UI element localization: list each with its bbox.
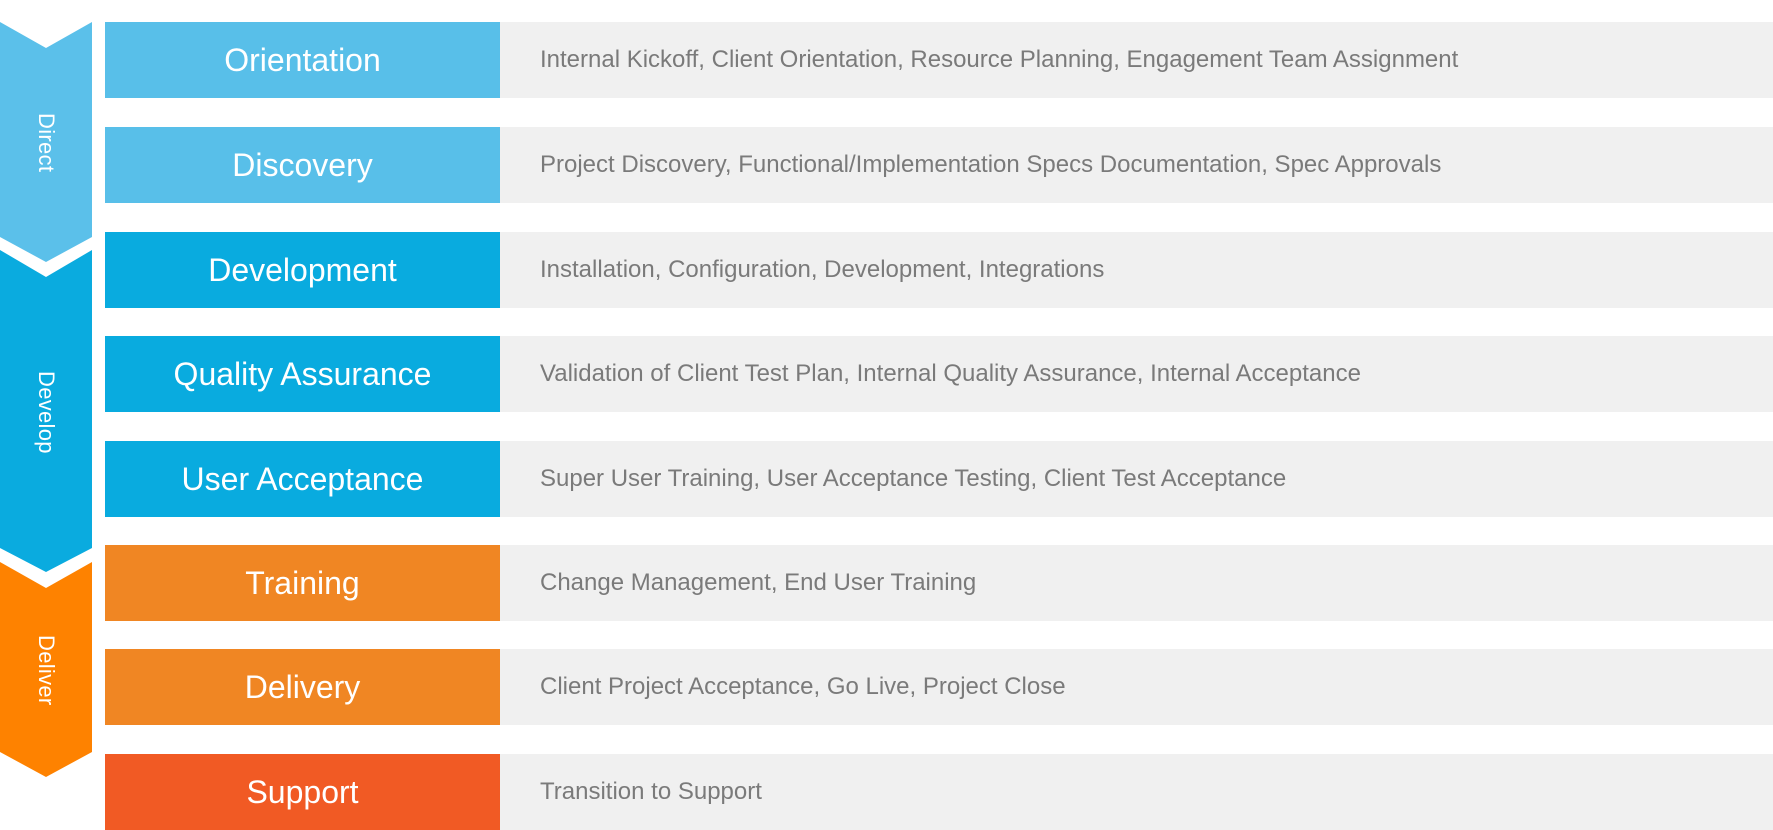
step-description: Super User Training, User Acceptance Tes…: [500, 441, 1773, 517]
step-row-support: Support Transition to Support: [105, 754, 1773, 830]
step-row-delivery: Delivery Client Project Acceptance, Go L…: [105, 649, 1773, 725]
step-row-discovery: Discovery Project Discovery, Functional/…: [105, 127, 1773, 203]
step-label: User Acceptance: [105, 441, 500, 517]
step-label: Training: [105, 545, 500, 621]
step-row-orientation: Orientation Internal Kickoff, Client Ori…: [105, 22, 1773, 98]
step-description: Transition to Support: [500, 754, 1773, 830]
step-description: Internal Kickoff, Client Orientation, Re…: [500, 22, 1773, 98]
step-row-user-acceptance: User Acceptance Super User Training, Use…: [105, 441, 1773, 517]
step-label: Delivery: [105, 649, 500, 725]
step-label: Support: [105, 754, 500, 830]
phase-label-deliver: Deliver: [34, 634, 59, 706]
step-label: Quality Assurance: [105, 336, 500, 412]
step-description: Installation, Configuration, Development…: [500, 232, 1773, 308]
phase-chevrons: Direct Develop Deliver: [0, 0, 92, 828]
step-description: Validation of Client Test Plan, Internal…: [500, 336, 1773, 412]
step-label: Orientation: [105, 22, 500, 98]
step-description: Change Management, End User Training: [500, 545, 1773, 621]
step-row-quality-assurance: Quality Assurance Validation of Client T…: [105, 336, 1773, 412]
step-label: Development: [105, 232, 500, 308]
phase-label-direct: Direct: [34, 112, 59, 173]
step-label: Discovery: [105, 127, 500, 203]
step-description: Project Discovery, Functional/Implementa…: [500, 127, 1773, 203]
step-row-development: Development Installation, Configuration,…: [105, 232, 1773, 308]
phase-label-develop: Develop: [34, 371, 59, 454]
step-description: Client Project Acceptance, Go Live, Proj…: [500, 649, 1773, 725]
step-row-training: Training Change Management, End User Tra…: [105, 545, 1773, 621]
